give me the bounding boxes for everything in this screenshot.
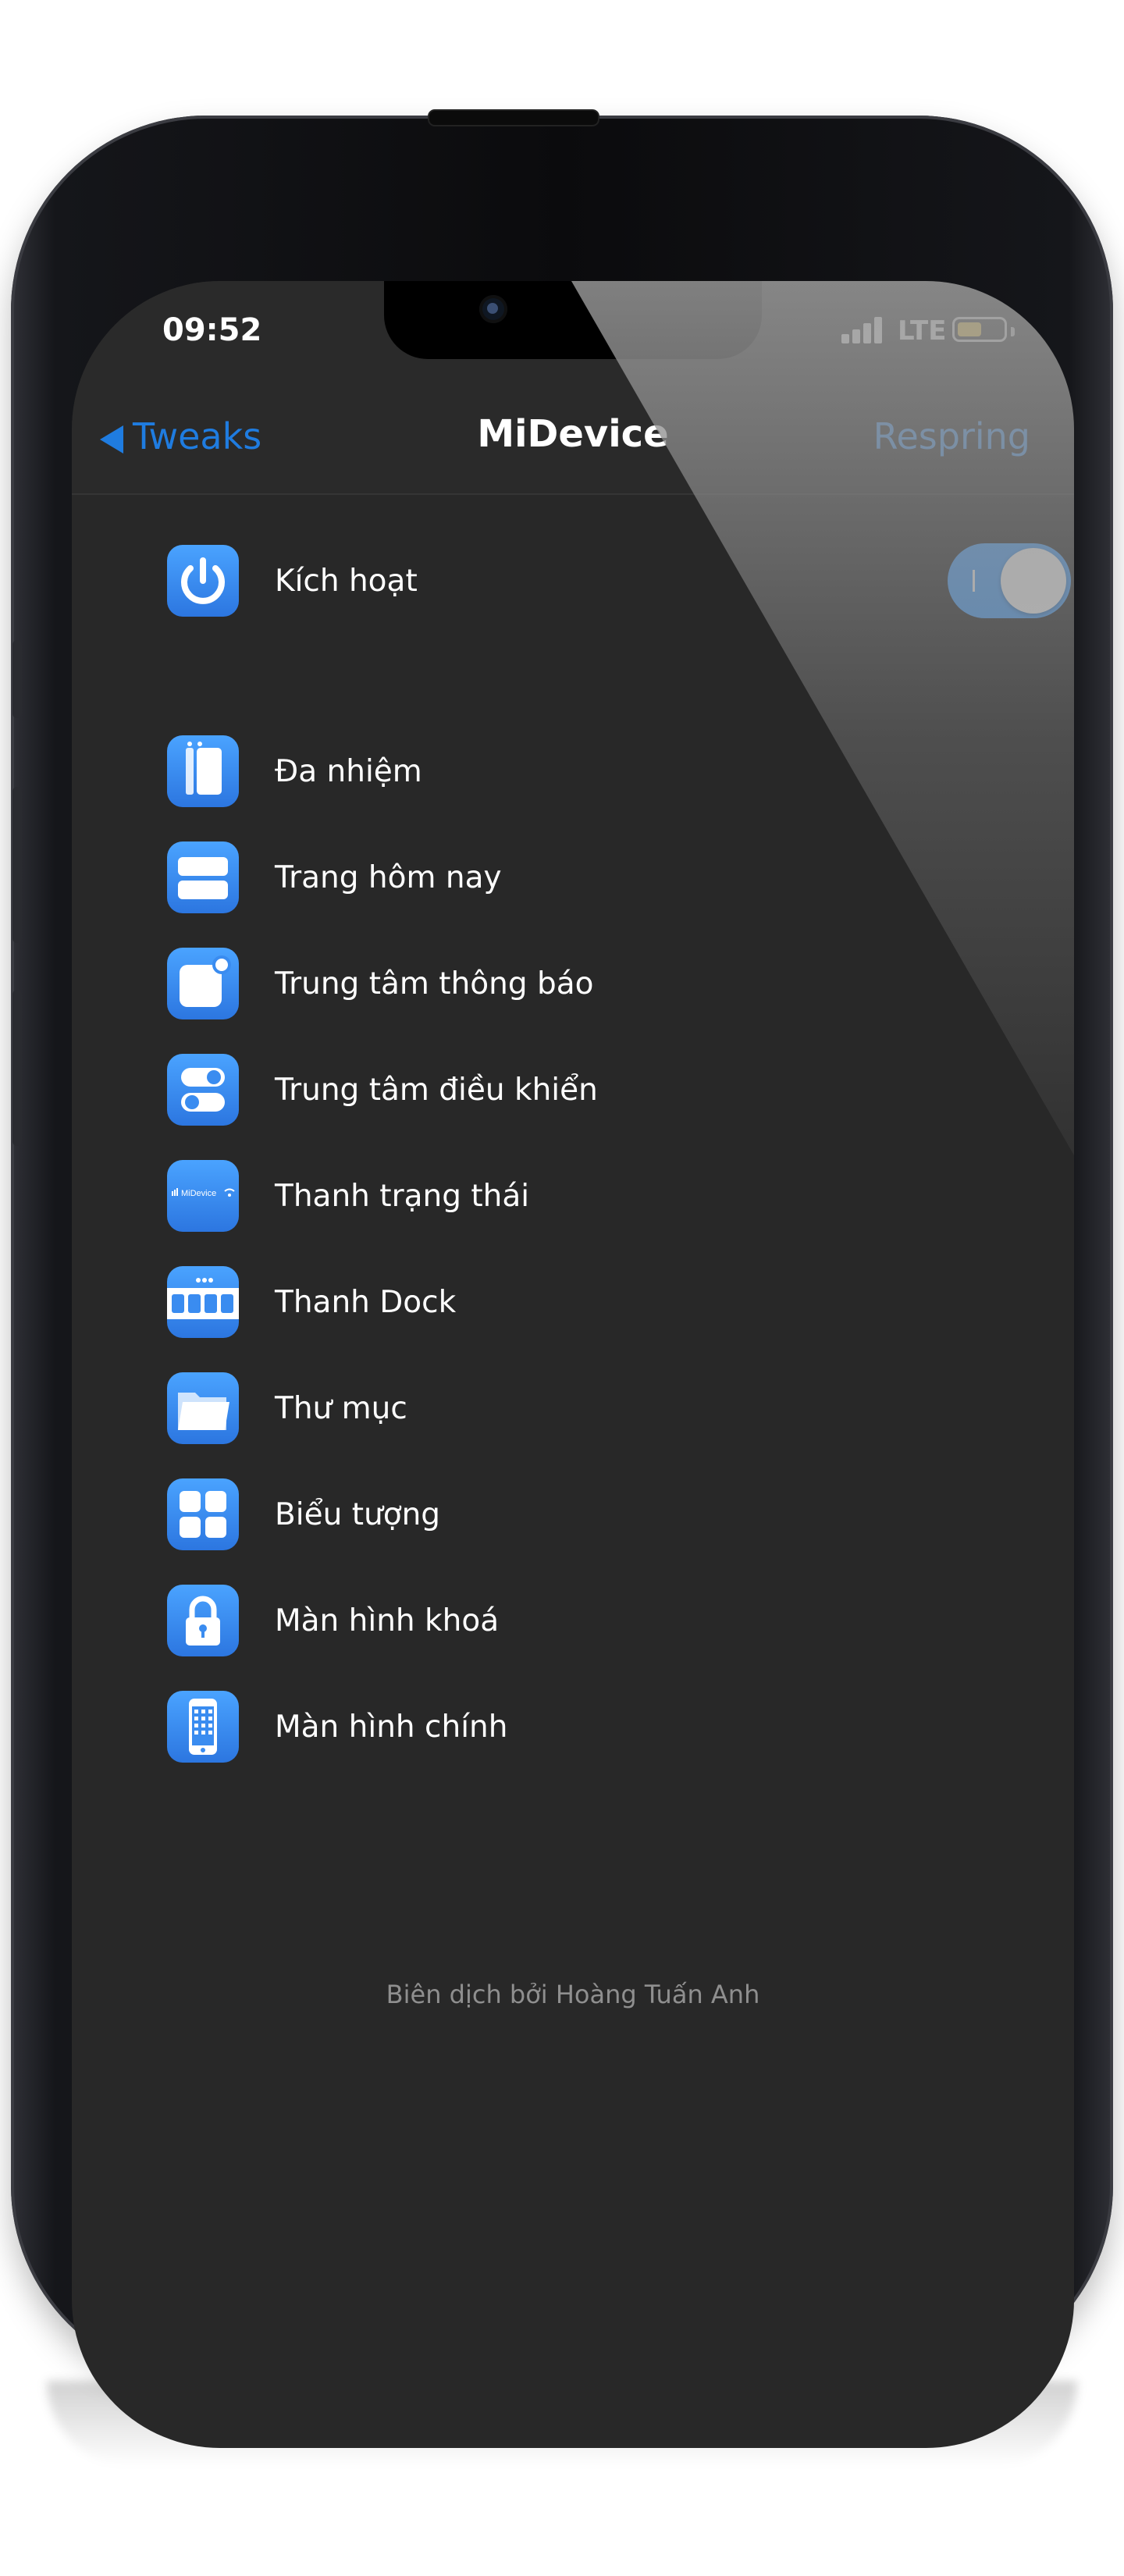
menu-item-lock-screen[interactable]: Màn hình khoá bbox=[167, 1585, 1026, 1660]
volume-up-button bbox=[12, 787, 22, 943]
menu-item-folder[interactable]: Thư mục bbox=[167, 1372, 1026, 1447]
menu-item-dock[interactable]: Thanh Dock bbox=[167, 1266, 1026, 1341]
menu-item-notification-center[interactable]: Trung tâm thông báo bbox=[167, 948, 1026, 1023]
status-bar-icon-text: MiDevice bbox=[181, 1189, 216, 1198]
menu-item-label: Trung tâm thông báo bbox=[275, 966, 594, 1002]
power-icon bbox=[167, 545, 239, 617]
enable-row: Kích hoạt bbox=[167, 543, 1071, 620]
menu-item-home-screen[interactable]: Màn hình chính bbox=[167, 1691, 1026, 1766]
menu-item-status-bar[interactable]: MiDevice Thanh trạng thái bbox=[167, 1160, 1026, 1235]
credit-text: Biên dịch bởi Hoàng Tuấn Anh bbox=[386, 1980, 760, 2009]
menu-item-control-center[interactable]: Trung tâm điều khiển bbox=[167, 1054, 1026, 1129]
lock-icon bbox=[167, 1585, 239, 1656]
battery-icon bbox=[952, 317, 1015, 342]
silent-switch bbox=[12, 640, 22, 718]
menu-item-label: Thư mục bbox=[275, 1391, 407, 1426]
menu-item-icons[interactable]: Biểu tượng bbox=[167, 1478, 1026, 1553]
menu-item-label: Màn hình chính bbox=[275, 1710, 508, 1745]
home-screen-icon bbox=[167, 1691, 239, 1763]
status-time: 09:52 bbox=[162, 312, 262, 348]
phone-frame: 09:52 LTE Tweaks MiDevice Respring Kích … bbox=[11, 109, 1113, 2448]
respring-button[interactable]: Respring bbox=[873, 415, 1030, 457]
menu-item-label: Trung tâm điều khiển bbox=[275, 1073, 598, 1108]
notch bbox=[384, 281, 762, 359]
volume-down-button bbox=[12, 990, 22, 1146]
menu-item-label: Biểu tượng bbox=[275, 1497, 441, 1532]
nav-divider bbox=[72, 493, 1074, 495]
multitasking-icon bbox=[167, 735, 239, 807]
menu-item-today[interactable]: Trang hôm nay bbox=[167, 841, 1026, 916]
network-type: LTE bbox=[898, 315, 947, 347]
dock-icon bbox=[167, 1266, 239, 1338]
earpiece-speaker bbox=[428, 109, 599, 126]
app-icons-icon bbox=[167, 1478, 239, 1550]
menu-item-multitasking[interactable]: Đa nhiệm bbox=[167, 735, 1026, 810]
status-bar-icon: MiDevice bbox=[167, 1160, 239, 1232]
status-indicators: LTE bbox=[841, 315, 1029, 347]
menu-item-label: Thanh Dock bbox=[275, 1285, 457, 1320]
enable-label: Kích hoạt bbox=[275, 564, 418, 599]
menu-item-label: Đa nhiệm bbox=[275, 754, 422, 789]
control-center-icon bbox=[167, 1054, 239, 1126]
menu-item-label: Thanh trạng thái bbox=[275, 1179, 530, 1214]
menu-item-label: Màn hình khoá bbox=[275, 1603, 500, 1638]
screen: 09:52 LTE Tweaks MiDevice Respring Kích … bbox=[72, 281, 1074, 2448]
today-view-icon bbox=[167, 841, 239, 913]
menu-item-label: Trang hôm nay bbox=[275, 860, 502, 895]
signal-icon bbox=[841, 315, 888, 343]
front-camera bbox=[479, 295, 507, 323]
folder-icon bbox=[167, 1372, 239, 1444]
notification-center-icon bbox=[167, 948, 239, 1019]
enable-toggle[interactable] bbox=[948, 543, 1071, 618]
